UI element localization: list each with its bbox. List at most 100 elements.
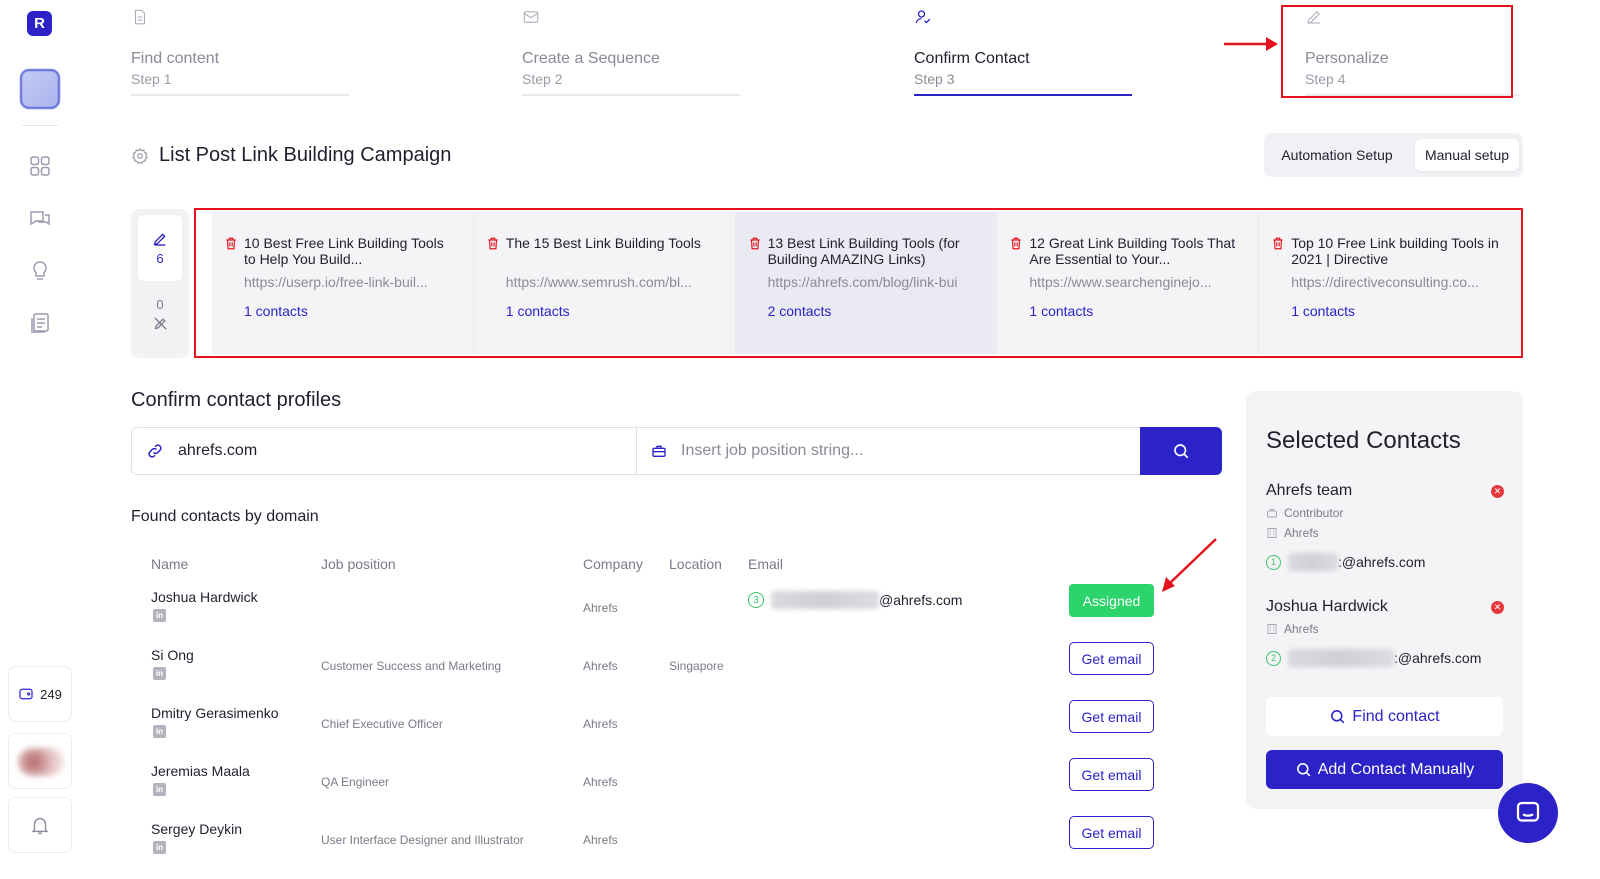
- content-card[interactable]: 12 Great Link Building Tools That Are Es…: [997, 212, 1260, 354]
- automation-setup-option[interactable]: Automation Setup: [1268, 139, 1406, 171]
- linkedin-icon[interactable]: in: [153, 609, 166, 622]
- contact-name: Dmitry Gerasimenko: [151, 705, 279, 721]
- contact-count-link[interactable]: 2 contacts: [768, 303, 832, 319]
- add-contact-label: Add Contact Manually: [1317, 760, 1475, 778]
- contact-count-link[interactable]: 1 contacts: [506, 303, 570, 319]
- news-icon[interactable]: [28, 311, 52, 335]
- add-contact-manually-button[interactable]: Add Contact Manually: [1266, 750, 1503, 789]
- linkedin-icon[interactable]: in: [153, 841, 166, 854]
- table-row: Dmitry Gerasimenko in Chief Executive Of…: [131, 700, 1171, 763]
- linkedin-icon[interactable]: in: [153, 667, 166, 680]
- remove-contact-icon[interactable]: ✕: [1491, 485, 1504, 498]
- campaign-title: List Post Link Building Campaign: [159, 144, 452, 166]
- content-card-selected[interactable]: 13 Best Link Building Tools (for Buildin…: [735, 212, 998, 354]
- manual-setup-option[interactable]: Manual setup: [1415, 139, 1519, 171]
- trash-icon[interactable]: [486, 236, 500, 251]
- selected-contact-email: 1 :@ahrefs.com: [1266, 553, 1425, 571]
- trash-icon[interactable]: [1009, 236, 1023, 251]
- content-url[interactable]: https://www.semrush.com/bl...: [506, 274, 721, 290]
- column-header-location: Location: [669, 556, 722, 572]
- content-card[interactable]: 10 Best Free Link Building Tools to Help…: [212, 212, 474, 354]
- contact-location: Singapore: [669, 659, 724, 673]
- content-url[interactable]: https://userp.io/free-link-buil...: [244, 274, 459, 290]
- selected-contact-company: Ahrefs: [1266, 622, 1319, 636]
- content-title: Top 10 Free Link building Tools in 2021 …: [1291, 235, 1499, 267]
- wallet-icon: [19, 688, 33, 700]
- trash-icon[interactable]: [748, 236, 762, 251]
- content-url[interactable]: https://ahrefs.com/blog/link-bui: [768, 274, 983, 290]
- credits-counter[interactable]: 249: [8, 666, 72, 722]
- search-button[interactable]: [1140, 427, 1222, 475]
- get-email-button[interactable]: Get email: [1069, 816, 1154, 849]
- unassigned-count: 0: [156, 297, 164, 312]
- contact-job: User Interface Designer and Illustrator: [321, 833, 524, 847]
- contact-company: Ahrefs: [583, 833, 618, 847]
- edited-content-filter[interactable]: 6: [138, 215, 182, 281]
- search-icon: [1174, 444, 1189, 459]
- user-check-icon: [915, 10, 931, 24]
- building-icon: [1267, 528, 1277, 538]
- email-domain: @ahrefs.com: [879, 592, 963, 608]
- highlight-box-personalize: [1281, 5, 1513, 98]
- email-count-badge: 3: [748, 592, 764, 608]
- app-logo[interactable]: R: [27, 11, 52, 36]
- annotation-arrow-icon: [1224, 37, 1278, 51]
- content-title: 10 Best Free Link Building Tools to Help…: [244, 235, 444, 267]
- support-chat-button[interactable]: [1498, 783, 1558, 843]
- job-position-input[interactable]: [681, 442, 1101, 460]
- chat-icon[interactable]: [28, 207, 52, 231]
- content-card[interactable]: The 15 Best Link Building Tools https://…: [474, 212, 736, 354]
- selected-contacts-title: Selected Contacts: [1266, 427, 1461, 454]
- contact-email: 3 @ahrefs.com: [748, 591, 962, 609]
- found-contacts-title: Found contacts by domain: [131, 508, 319, 525]
- unassigned-content-filter[interactable]: 0: [138, 297, 182, 347]
- selected-contacts-panel: Selected Contacts Ahrefs team ✕ Contribu…: [1246, 391, 1523, 809]
- step-find-content[interactable]: Find content Step 1: [131, 8, 349, 98]
- find-contact-label: Find contact: [1352, 707, 1440, 725]
- find-contact-button[interactable]: Find contact: [1266, 697, 1503, 736]
- domain-input[interactable]: [178, 442, 598, 460]
- contact-count-link[interactable]: 1 contacts: [244, 303, 308, 319]
- briefcase-icon: [652, 445, 666, 457]
- linkedin-icon[interactable]: in: [153, 783, 166, 796]
- selected-contact-card: Joshua Hardwick ✕ Ahrefs 2 :@ahrefs.com: [1266, 598, 1504, 678]
- lightbulb-icon[interactable]: [28, 259, 52, 283]
- contact-search-bar: [131, 427, 1222, 475]
- email-domain: :@ahrefs.com: [1394, 650, 1482, 666]
- get-email-button[interactable]: Get email: [1069, 642, 1154, 675]
- trash-icon[interactable]: [1271, 236, 1285, 251]
- user-avatar: [18, 748, 64, 776]
- redacted-email-user: [771, 591, 879, 609]
- contact-count-link[interactable]: 1 contacts: [1029, 303, 1093, 319]
- content-url[interactable]: https://www.searchenginejo...: [1029, 274, 1244, 290]
- table-row: Sergey Deykin in User Interface Designer…: [131, 816, 1171, 879]
- gear-icon[interactable]: [131, 147, 149, 165]
- workspace-avatar[interactable]: [20, 69, 60, 109]
- bell-icon: [31, 817, 49, 834]
- trash-icon[interactable]: [224, 236, 238, 251]
- building-icon: [1267, 624, 1277, 634]
- redacted-email-user: [1288, 649, 1394, 667]
- contact-name: Sergey Deykin: [151, 821, 243, 837]
- step-title: Find content: [131, 50, 220, 67]
- step-number: Step 2: [522, 71, 563, 87]
- content-url[interactable]: https://directiveconsulting.co...: [1291, 274, 1506, 290]
- assigned-button[interactable]: Assigned: [1069, 584, 1154, 617]
- user-profile[interactable]: [8, 733, 72, 789]
- contact-count-link[interactable]: 1 contacts: [1291, 303, 1355, 319]
- linkedin-icon[interactable]: in: [153, 725, 166, 738]
- get-email-button[interactable]: Get email: [1069, 758, 1154, 791]
- step-confirm-contact[interactable]: Confirm Contact Step 3: [914, 8, 1132, 98]
- role-text: Contributor: [1284, 506, 1344, 520]
- content-card[interactable]: Top 10 Free Link building Tools in 2021 …: [1259, 212, 1521, 354]
- content-counter-panel: 6 0: [131, 209, 189, 358]
- dashboard-icon[interactable]: [28, 154, 52, 178]
- contact-company: Ahrefs: [583, 717, 618, 731]
- annotation-arrow-icon: [1162, 538, 1217, 592]
- step-create-sequence[interactable]: Create a Sequence Step 2: [522, 8, 740, 98]
- notifications-button[interactable]: [8, 797, 72, 853]
- get-email-button[interactable]: Get email: [1069, 700, 1154, 733]
- column-header-job: Job position: [321, 556, 396, 572]
- remove-contact-icon[interactable]: ✕: [1491, 601, 1504, 614]
- step-title: Create a Sequence: [522, 50, 660, 67]
